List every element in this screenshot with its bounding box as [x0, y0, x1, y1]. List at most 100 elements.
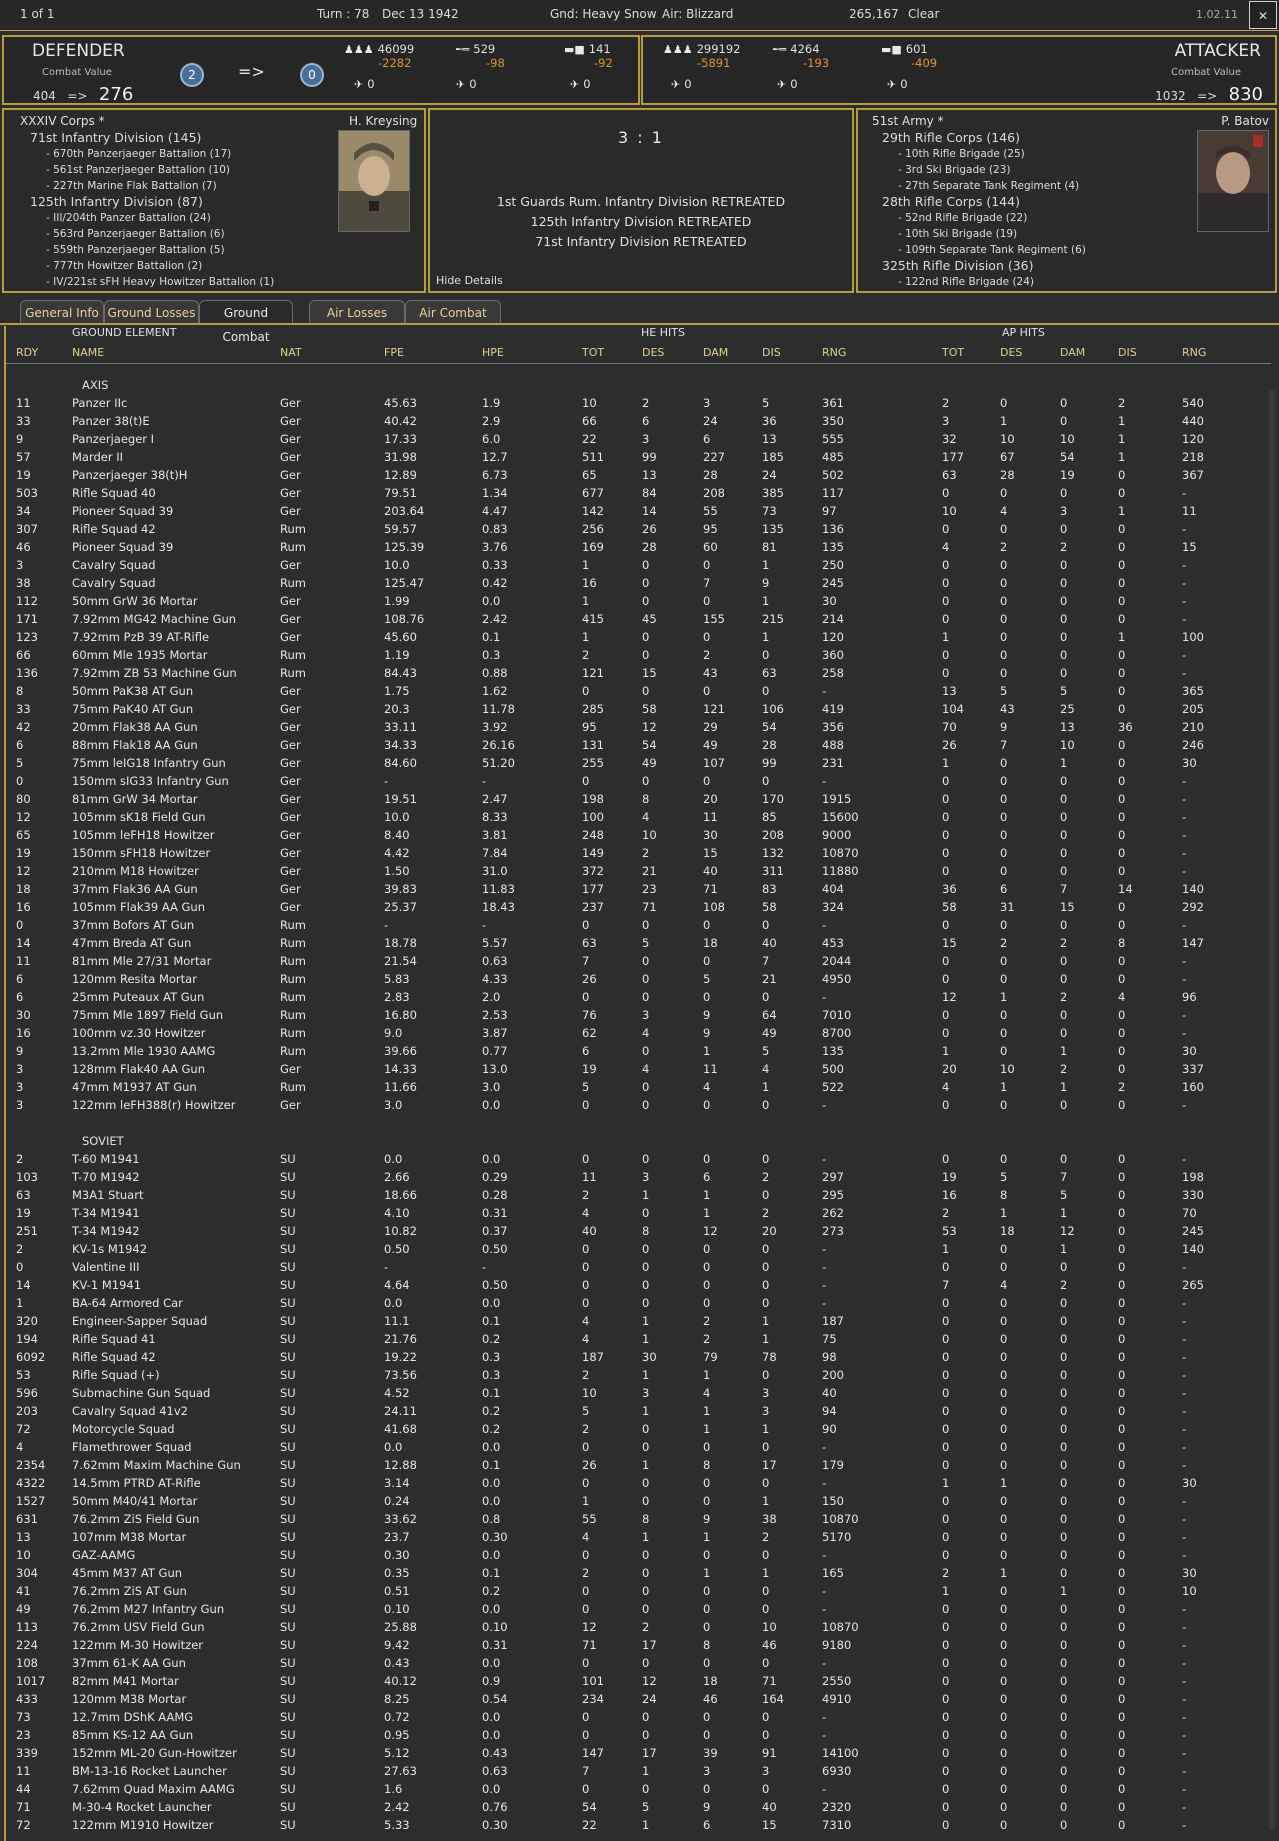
table-row[interactable]: 103 T-70 M1942 SU 2.66 0.29 11 3 6 2 297 19 5 7 0 198 [6, 1168, 1271, 1186]
subunit-item[interactable]: - IV/221st sFH Heavy Howitzer Battalion … [30, 274, 274, 290]
table-row[interactable]: 38 Cavalry Squad Rum 125.47 0.42 16 0 7 9 245 0 0 0 0… [6, 574, 1271, 592]
tab-air-losses[interactable]: Air Losses [309, 300, 405, 325]
table-row[interactable]: 3 47mm M1937 AT Gun Rum 11.66 3.0 5 0 4 1 522 4 1 1 2… [6, 1078, 1271, 1096]
table-row[interactable]: 203 Cavalry Squad 41v2 SU 24.11 0.2 5 1 1 3 94 0 0 0… [6, 1402, 1271, 1420]
table-row[interactable]: 72 122mm M1910 Howitzer SU 5.33 0.30 22 1 6 15 73… [6, 1816, 1271, 1834]
col-header-rng[interactable]: RNG [822, 346, 846, 359]
table-row[interactable]: 42 20mm Flak38 AA Gun Ger 33.11 3.92 95 12 29 54… [6, 718, 1271, 736]
defender-leader-portrait[interactable] [338, 130, 410, 232]
table-row[interactable]: 171 7.92mm MG42 Machine Gun Ger 108.76 2.42 4… [6, 610, 1271, 628]
col-header-des[interactable]: DES [642, 346, 664, 359]
table-row[interactable]: 596 Submachine Gun Squad SU 4.52 0.1 10 3 4 3 40 0… [6, 1384, 1271, 1402]
subunit-item[interactable]: - 561st Panzerjaeger Battalion (10) [30, 162, 274, 178]
table-row[interactable]: 307 Rifle Squad 42 Rum 59.57 0.83 256 26 95 135 1… [6, 520, 1271, 538]
table-row[interactable]: 34 Pioneer Squad 39 Ger 203.64 4.47 142 14 55 73… [6, 502, 1271, 520]
subunit-item[interactable]: - III/204th Panzer Battalion (24) [30, 210, 274, 226]
table-row[interactable]: 108 37mm 61-K AA Gun SU 0.43 0.0 0 0 0 0 - 0 0 0 0 - [6, 1654, 1271, 1672]
col-header-dis[interactable]: DIS [762, 346, 781, 359]
table-row[interactable]: 10 GAZ-AAMG SU 0.30 0.0 0 0 0 0 - 0 0 0 0 - [6, 1546, 1271, 1564]
table-row[interactable]: 5 75mm leIG18 Infantry Gun Ger 84.60 51.20 25… [6, 754, 1271, 772]
table-row[interactable]: 14 KV-1 M1941 SU 4.64 0.50 0 0 0 0 - 7 4 2 0 265 [6, 1276, 1271, 1294]
table-row[interactable]: 18 37mm Flak36 AA Gun Ger 39.83 11.83 177 23 71… [6, 880, 1271, 898]
attacker-leader[interactable]: P. Batov [1221, 114, 1269, 128]
unit-item[interactable]: 28th Rifle Corps (144) [882, 194, 1086, 210]
table-row[interactable]: 12 105mm sK18 Field Gun Ger 10.0 8.33 100 4 11 8… [6, 808, 1271, 826]
table-row[interactable]: 8 50mm PaK38 AT Gun Ger 1.75 1.62 0 0 0 0 - 13 5 5 0 3… [6, 682, 1271, 700]
table-row[interactable]: 14 47mm Breda AT Gun Rum 18.78 5.57 63 5 18 40 45… [6, 934, 1271, 952]
table-row[interactable]: 320 Engineer-Sapper Squad SU 11.1 0.1 4 1 2 1 187… [6, 1312, 1271, 1330]
table-row[interactable]: 19 150mm sFH18 Howitzer Ger 4.42 7.84 149 2 15 1… [6, 844, 1271, 862]
col-header-tot[interactable]: TOT [942, 346, 964, 359]
table-row[interactable]: 1 BA-64 Armored Car SU 0.0 0.0 0 0 0 0 - 0 0 0 0 - [6, 1294, 1271, 1312]
table-row[interactable]: 19 Panzerjaeger 38(t)H Ger 12.89 6.73 65 13 28 2… [6, 466, 1271, 484]
table-row[interactable]: 11 BM-13-16 Rocket Launcher SU 27.63 0.63 7 1 3… [6, 1762, 1271, 1780]
table-row[interactable]: 113 76.2mm USV Field Gun SU 25.88 0.10 12 2 0 10… [6, 1618, 1271, 1636]
table-row[interactable]: 1527 50mm M40/41 Mortar SU 0.24 0.0 1 0 0 1 150 0 0… [6, 1492, 1271, 1510]
unit-item[interactable]: 325th Rifle Division (36) [882, 258, 1086, 274]
table-row[interactable]: 16 105mm Flak39 AA Gun Ger 25.37 18.43 237 71 1… [6, 898, 1271, 916]
col-header-dam[interactable]: DAM [703, 346, 728, 359]
table-row[interactable]: 3 128mm Flak40 AA Gun Ger 14.33 13.0 19 4 11 4 50… [6, 1060, 1271, 1078]
subunit-item[interactable]: - 227th Marine Flak Battalion (7) [30, 178, 274, 194]
table-row[interactable]: 0 150mm sIG33 Infantry Gun Ger - - 0 0 0 0 - 0 0 0 0 - [6, 772, 1271, 790]
table-row[interactable]: 4 Flamethrower Squad SU 0.0 0.0 0 0 0 0 - 0 0 0 0 - [6, 1438, 1271, 1456]
table-row[interactable]: 6092 Rifle Squad 42 SU 19.22 0.3 187 30 79 78 98 0… [6, 1348, 1271, 1366]
table-row[interactable]: 3 122mm leFH388(r) Howitzer Ger 3.0 0.0 0 0 0 0 -… [6, 1096, 1271, 1114]
table-row[interactable]: 19 T-34 M1941 SU 4.10 0.31 4 0 1 2 262 2 1 1 0 70 [6, 1204, 1271, 1222]
table-row[interactable]: 71 M-30-4 Rocket Launcher SU 2.42 0.76 54 5 9 40… [6, 1798, 1271, 1816]
table-row[interactable]: 53 Rifle Squad (+) SU 73.56 0.3 2 1 1 0 200 0 0 0 0 - [6, 1366, 1271, 1384]
subunit-item[interactable]: - 109th Separate Tank Regiment (6) [882, 242, 1086, 258]
subunit-item[interactable]: - 3rd Ski Brigade (23) [882, 162, 1086, 178]
subunit-item[interactable]: - 563rd Panzerjaeger Battalion (6) [30, 226, 274, 242]
subunit-item[interactable]: - 10th Ski Brigade (19) [882, 226, 1086, 242]
unit-item[interactable]: 29th Rifle Corps (146) [882, 130, 1086, 146]
table-row[interactable]: 6 88mm Flak18 AA Gun Ger 34.33 26.16 131 54 49 2… [6, 736, 1271, 754]
table-row[interactable]: 57 Marder II Ger 31.98 12.7 511 99 227 185 485 177… [6, 448, 1271, 466]
table-row[interactable]: 123 7.92mm PzB 39 AT-Rifle Ger 45.60 0.1 1 0 0 1… [6, 628, 1271, 646]
table-row[interactable]: 6 25mm Puteaux AT Gun Rum 2.83 2.0 0 0 0 0-12 1 2 4… [6, 988, 1271, 1006]
table-row[interactable]: 112 50mm GrW 36 Mortar Ger 1.99 0.0 1 0 0 1 30 0 0 0… [6, 592, 1271, 610]
table-row[interactable]: 251 T-34 M1942 SU 10.82 0.37 40 8 12 20 273 53 18 12… [6, 1222, 1271, 1240]
table-row[interactable]: 13 107mm M38 Mortar SU 23.7 0.30 4 1 1 2 5170 0 0 0 0… [6, 1528, 1271, 1546]
table-row[interactable]: 6 120mm Resita Mortar Rum 5.83 4.33 26 0 5 21 495… [6, 970, 1271, 988]
table-row[interactable]: 44 7.62mm Quad Maxim AAMG SU 1.6 0.0 0 0 0 0 - 0 0 0… [6, 1780, 1271, 1798]
subunit-item[interactable]: - 777th Howitzer Battalion (2) [30, 258, 274, 274]
subunit-item[interactable]: - 670th Panzerjaeger Battalion (17) [30, 146, 274, 162]
table-row[interactable]: 0 37mm Bofors AT Gun Rum - - 0 0 0 0 - 0 0 0 0 - [6, 916, 1271, 934]
table-row[interactable]: 33 75mm PaK40 AT Gun Ger 20.3 11.78 285 58 121 1… [6, 700, 1271, 718]
table-row[interactable]: 4322 14.5mm PTRD AT-Rifle SU 3.14 0.0 0 0 0 0 - 1 1… [6, 1474, 1271, 1492]
table-row[interactable]: 304 45mm M37 AT Gun SU 0.35 0.1 2 0 1 1 165 2 1 0 0 30 [6, 1564, 1271, 1582]
table-row[interactable]: 72 Motorcycle Squad SU 41.68 0.2 2 0 1 1 90 0 0 0 0 - [6, 1420, 1271, 1438]
col-header-dis[interactable]: DIS [1118, 346, 1137, 359]
table-row[interactable]: 2 KV-1s M1942 SU 0.50 0.50 0 0 0 0 - 1 0 1 0 140 [6, 1240, 1271, 1258]
col-header-rdy[interactable]: RDY [16, 346, 38, 359]
table-row[interactable]: 73 12.7mm DShK AAMG SU 0.72 0.0 0 0 0 0 - 0 0 0 0 - [6, 1708, 1271, 1726]
table-row[interactable]: 339 152mm ML-20 Gun-Howitzer SU 5.12 0.43 147… [6, 1744, 1271, 1762]
attacker-leader-portrait[interactable] [1197, 130, 1269, 232]
col-header-fpe[interactable]: FPE [384, 346, 404, 359]
table-row[interactable]: 3 Cavalry Squad Ger 10.0 0.33 1 0 0 1 250 0 0 0 0 - [6, 556, 1271, 574]
table-row[interactable]: 23 85mm KS-12 AA Gun SU 0.95 0.0 0 0 0 0 - 0 0 0 0 - [6, 1726, 1271, 1744]
table-row[interactable]: 63 M3A1 Stuart SU 18.66 0.28 2 1 1 0 295 16 8 5 0 330 [6, 1186, 1271, 1204]
table-row[interactable]: 30 75mm Mle 1897 Field Gun Rum 16.80 2.53 76 3… [6, 1006, 1271, 1024]
table-row[interactable]: 433 120mm M38 Mortar SU 8.25 0.54 234 24 46 164 4… [6, 1690, 1271, 1708]
table-row[interactable]: 33 Panzer 38(t)E Ger 40.42 2.9 66 6 24 36 350 3 1 0 1… [6, 412, 1271, 430]
table-row[interactable]: 66 60mm Mle 1935 Mortar Rum 1.19 0.3 2 0 2 0 360 0… [6, 646, 1271, 664]
table-row[interactable]: 0 Valentine III SU - - 0 0 0 0 - 0 0 0 0 - [6, 1258, 1271, 1276]
table-row[interactable]: 224 122mm M-30 Howitzer SU 9.42 0.31 71 17 8 46 9… [6, 1636, 1271, 1654]
table-row[interactable]: 46 Pioneer Squad 39 Rum 125.39 3.76 169 28 60 81… [6, 538, 1271, 556]
table-row[interactable]: 80 81mm GrW 34 Mortar Ger 19.51 2.47 198 8 20 17… [6, 790, 1271, 808]
tab-air-combat[interactable]: Air Combat [405, 300, 501, 325]
col-header-tot[interactable]: TOT [582, 346, 604, 359]
subunit-item[interactable]: - 559th Panzerjaeger Battalion (5) [30, 242, 274, 258]
subunit-item[interactable]: - 27th Separate Tank Regiment (4) [882, 178, 1086, 194]
table-row[interactable]: 9 Panzerjaeger I Ger 17.33 6.0 22 3 6 13 555 32 10 1… [6, 430, 1271, 448]
col-header-rng[interactable]: RNG [1182, 346, 1206, 359]
scrollbar[interactable] [1269, 390, 1275, 1830]
col-header-nat[interactable]: NAT [280, 346, 302, 359]
table-row[interactable]: 2354 7.62mm Maxim Machine Gun SU 12.88 0.1 26… [6, 1456, 1271, 1474]
table-row[interactable]: 194 Rifle Squad 41 SU 21.76 0.2 4 1 2 1 75 0 0 0 0 - [6, 1330, 1271, 1348]
unit-item[interactable]: 125th Infantry Division (87) [30, 194, 274, 210]
unit-item[interactable]: 71st Infantry Division (145) [30, 130, 274, 146]
tab-ground-combat[interactable]: Ground Combat [199, 300, 293, 344]
